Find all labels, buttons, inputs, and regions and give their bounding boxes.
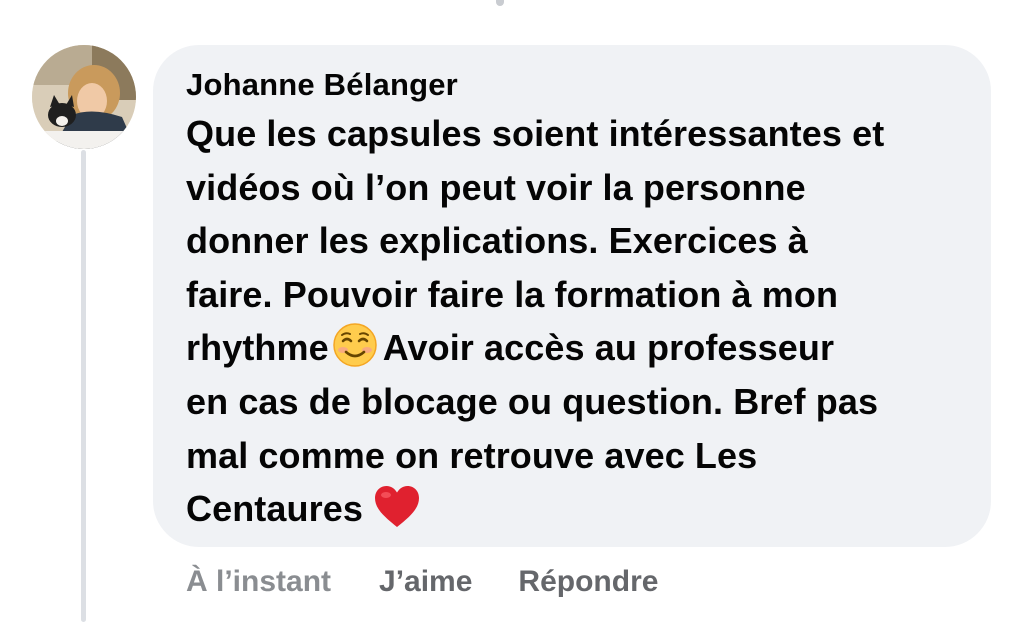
comment-line: Que les capsules soient intéressantes et <box>186 113 885 154</box>
reply-button[interactable]: Répondre <box>518 565 658 599</box>
reply-thread-line <box>81 150 86 622</box>
comment-line: mal comme on retrouve avec Les <box>186 434 758 476</box>
comment-text: Que les capsules soient intéressantes et… <box>186 107 961 536</box>
comment-timestamp[interactable]: À l’instant <box>186 565 331 599</box>
comment-line: Centaures <box>186 488 363 530</box>
smiling-face-emoji <box>332 323 377 368</box>
comment-actions: À l’instant J’aime Répondre <box>186 562 658 602</box>
comment-author[interactable]: Johanne Bélanger <box>186 65 961 105</box>
comment-line: vidéos où l’on peut voir la personne <box>186 166 806 208</box>
like-button[interactable]: J’aime <box>379 565 472 599</box>
comment-line: donner les explications. Exercices à <box>186 220 808 262</box>
comment-line: Avoir accès au professeur <box>382 327 835 369</box>
comment-line: rhythme <box>186 327 329 369</box>
comment-line: faire. Pouvoir faire la formation à mon <box>186 273 839 315</box>
comment-thread: Johanne Bélanger Que les capsules soient… <box>0 0 1024 622</box>
avatar-photo <box>32 45 136 149</box>
comment-line: en cas de blocage ou question. Bref pas <box>186 380 879 422</box>
avatar[interactable] <box>32 45 136 149</box>
comment-bubble: Johanne Bélanger Que les capsules soient… <box>153 45 991 547</box>
red-heart-emoji <box>374 486 419 528</box>
previous-thread-connector <box>496 0 504 6</box>
